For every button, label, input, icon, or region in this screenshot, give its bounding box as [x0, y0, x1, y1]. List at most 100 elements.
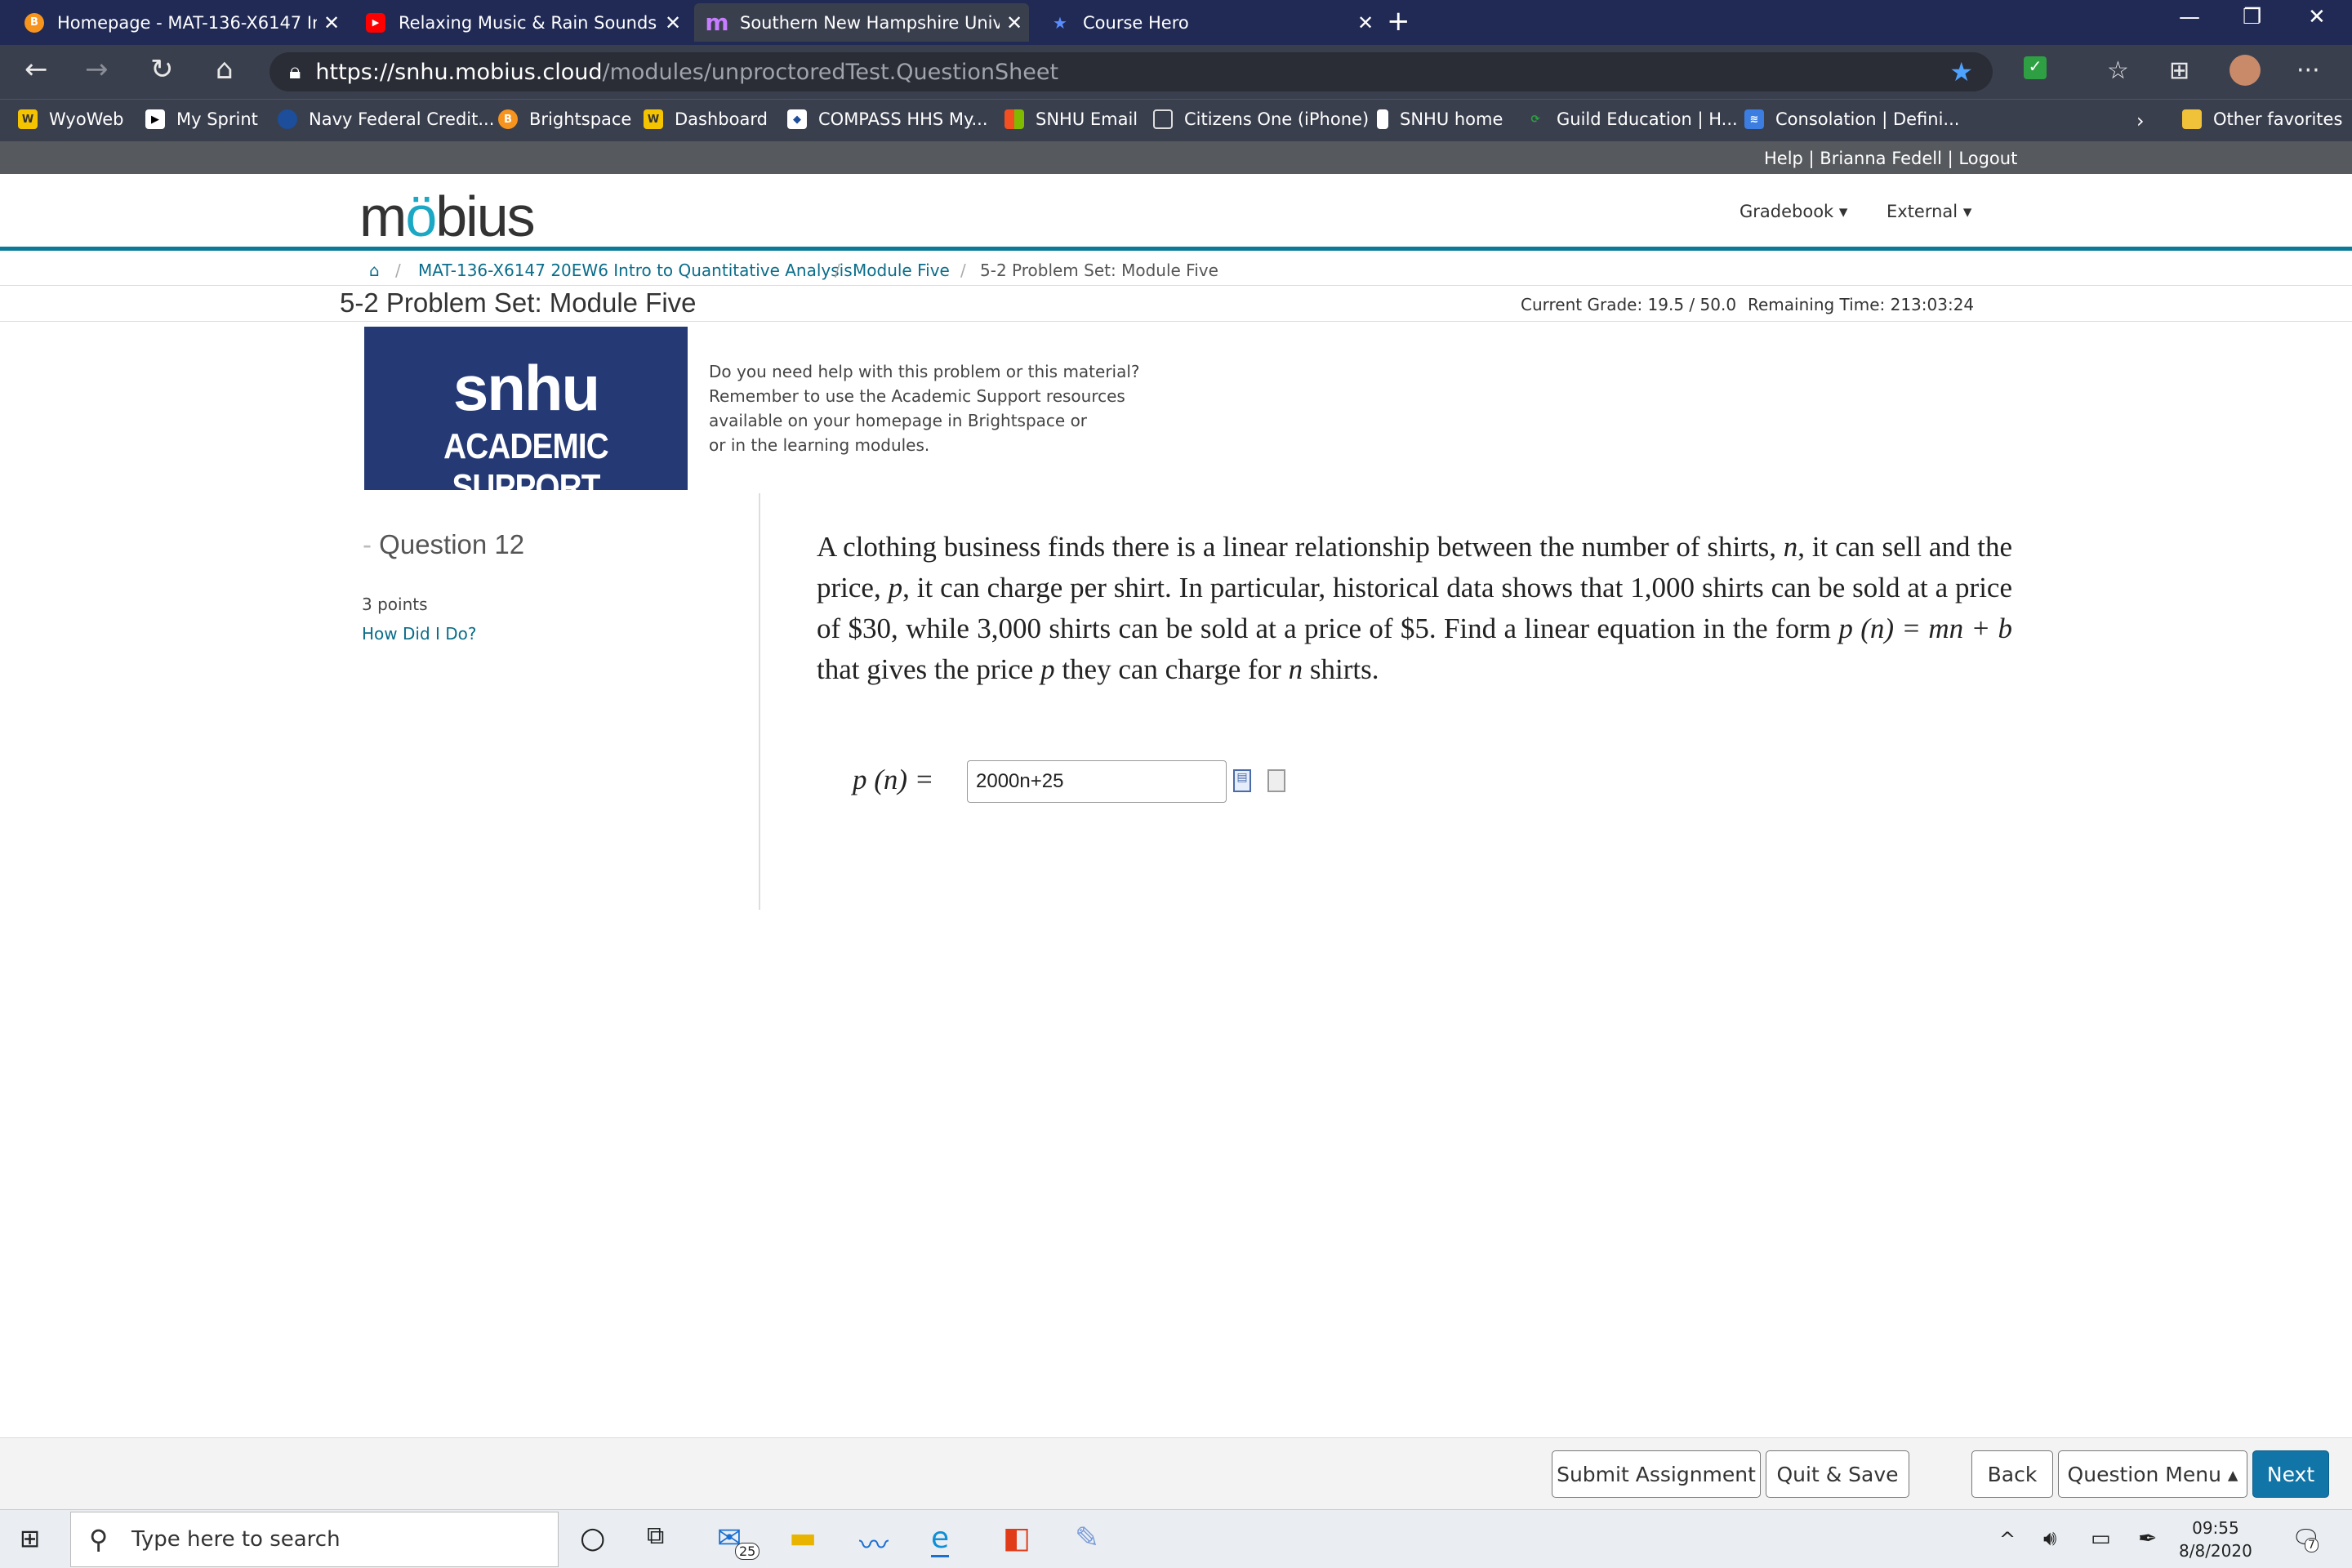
profile-avatar[interactable]: [2230, 55, 2261, 86]
close-icon[interactable]: ✕: [317, 11, 346, 34]
fav-dashboard[interactable]: W Dashboard: [644, 109, 768, 129]
fav-brightspace[interactable]: B Brightspace: [498, 109, 631, 129]
how-did-i-do-link[interactable]: How Did I Do?: [362, 624, 477, 644]
minimize-icon[interactable]: —: [2179, 5, 2200, 29]
mobius-header: möbius Gradebook ▾ External ▾: [0, 174, 2352, 251]
paint-icon[interactable]: ✎: [1075, 1521, 1099, 1555]
file-explorer-icon[interactable]: ▬: [789, 1521, 817, 1555]
youtube-icon: ▶: [366, 12, 385, 33]
task-view-icon[interactable]: ⧉: [647, 1521, 664, 1550]
system-clock[interactable]: 09:55 8/8/2020: [2179, 1517, 2252, 1562]
battery-icon[interactable]: ▭: [2091, 1526, 2111, 1551]
forward-arrow-icon[interactable]: →: [85, 53, 109, 86]
volume-icon[interactable]: 🔊︎: [2043, 1526, 2056, 1552]
gradebook-menu[interactable]: Gradebook ▾: [1740, 202, 1847, 221]
edge-browser-icon[interactable]: e: [931, 1521, 950, 1557]
mail-icon[interactable]: ✉ 25: [717, 1521, 760, 1560]
cortana-icon[interactable]: ○: [580, 1521, 605, 1555]
favorites-list-icon[interactable]: ☆: [2107, 56, 2129, 85]
user-strip: Help | Brianna Fedell | Logout: [0, 141, 2352, 174]
back-arrow-icon[interactable]: ←: [24, 53, 48, 86]
breadcrumb-course[interactable]: MAT-136-X6147 20EW6 Intro to Quantitativ…: [418, 261, 853, 280]
question-menu-button[interactable]: Question Menu ▴: [2058, 1450, 2247, 1498]
page-title: 5-2 Problem Set: Module Five: [340, 287, 697, 318]
close-icon[interactable]: ✕: [1351, 11, 1380, 34]
fav-wyoweb[interactable]: W WyoWeb: [18, 109, 123, 129]
wyoming-icon: W: [644, 109, 663, 129]
window-close-icon[interactable]: ✕: [2308, 5, 2326, 29]
tab-homepage[interactable]: B Homepage - MAT-136-X6147 Int ✕: [11, 3, 346, 42]
office-icon[interactable]: ◧: [1003, 1521, 1031, 1555]
mobius-logo[interactable]: möbius: [359, 184, 536, 249]
refresh-icon[interactable]: ↻: [150, 53, 174, 86]
chart-app-icon[interactable]: 〰: [859, 1521, 889, 1564]
browser-tab-strip: B Homepage - MAT-136-X6147 Int ✕ ▶ Relax…: [0, 0, 2352, 45]
question-text: A clothing business finds there is a lin…: [817, 531, 2012, 685]
taskbar-search[interactable]: ⚲ Type here to search: [70, 1512, 559, 1567]
home-icon[interactable]: ⌂: [216, 53, 234, 86]
back-button[interactable]: Back: [1971, 1450, 2053, 1498]
answer-input[interactable]: [967, 760, 1227, 803]
fav-consolation[interactable]: ≋ Consolation | Defini...: [1744, 109, 1959, 129]
address-bar[interactable]: 🔒︎ https://snhu.mobius.cloud/modules/unp…: [270, 52, 1993, 91]
notification-icon[interactable]: 🗨︎ 7: [2292, 1525, 2321, 1552]
favorite-star-icon[interactable]: ★: [1949, 56, 1973, 87]
brightspace-icon: B: [24, 12, 44, 33]
dictionary-icon: ≋: [1744, 109, 1764, 129]
academic-support-label: ACADEMIC SUPPORT: [443, 426, 608, 507]
breadcrumb: ⌂ / MAT-136-X6147 20EW6 Intro to Quantit…: [0, 255, 2352, 286]
formula: p (n) = mn + b: [1838, 612, 2012, 644]
fav-other-favorites[interactable]: Other favorites: [2182, 109, 2342, 129]
answer-label: p (n) =: [853, 764, 934, 795]
fav-snhu-home[interactable]: SNHU home: [1377, 109, 1503, 129]
more-menu-icon[interactable]: ···: [2296, 56, 2320, 85]
fav-compass[interactable]: ◆ COMPASS HHS My...: [787, 109, 988, 129]
fav-snhu-email[interactable]: SNHU Email: [1004, 109, 1138, 129]
support-help-text: Do you need help with this problem or th…: [709, 362, 1140, 455]
fav-guild-education[interactable]: ⟳ Guild Education | H...: [1526, 109, 1738, 129]
next-button[interactable]: Next: [2252, 1450, 2329, 1498]
folder-icon: [2182, 109, 2202, 129]
collections-icon[interactable]: ⊞: [2169, 56, 2189, 85]
question-points: 3 points: [362, 595, 428, 614]
guild-icon: ⟳: [1530, 113, 1540, 126]
new-tab-icon[interactable]: +: [1387, 5, 1410, 38]
quit-save-button[interactable]: Quit & Save: [1766, 1450, 1909, 1498]
user-links[interactable]: Help | Brianna Fedell | Logout: [1764, 149, 2017, 168]
tab-course-hero[interactable]: ★ Course Hero ✕: [1037, 3, 1380, 42]
tab-snhu-mobius[interactable]: m Southern New Hampshire Univer ✕: [694, 3, 1029, 42]
globe-icon: [278, 109, 297, 129]
external-menu[interactable]: External ▾: [1886, 202, 1971, 221]
submit-assignment-button[interactable]: Submit Assignment: [1552, 1450, 1761, 1498]
fav-citizens-one[interactable]: Citizens One (iPhone): [1153, 109, 1369, 129]
windows-start-icon[interactable]: ⊞: [20, 1525, 40, 1553]
favorites-overflow-icon[interactable]: ›: [2136, 109, 2145, 132]
page-icon: [1153, 109, 1173, 129]
address-toolbar: ← → ↻ ⌂ 🔒︎ https://snhu.mobius.cloud/mod…: [0, 45, 2352, 99]
brightspace-icon: B: [498, 109, 518, 129]
show-hidden-icons[interactable]: ^: [1999, 1528, 2016, 1551]
tab-relaxing-music[interactable]: ▶ Relaxing Music & Rain Sounds - ✕: [353, 3, 688, 42]
preview-icon[interactable]: ▤: [1233, 769, 1251, 792]
extension-check-icon[interactable]: ✓: [2024, 56, 2047, 79]
microsoft-icon: [1004, 109, 1024, 129]
compass-icon: ◆: [787, 109, 807, 129]
question-number[interactable]: - Question 12: [363, 529, 524, 560]
home-icon[interactable]: ⌂: [369, 261, 380, 280]
remaining-time: Remaining Time: 213:03:24: [1748, 295, 1975, 314]
caret-down-icon: ▾: [1962, 202, 1972, 221]
question-divider: [759, 493, 760, 910]
academic-support-banner: snhu ACADEMIC SUPPORT: [364, 327, 688, 507]
document-icon[interactable]: [1267, 769, 1285, 792]
fav-my-sprint[interactable]: ▶ My Sprint: [145, 109, 258, 129]
sprint-icon: ▶: [145, 109, 165, 129]
fav-navy-federal[interactable]: Navy Federal Credit...: [278, 109, 494, 129]
close-icon[interactable]: ✕: [658, 11, 688, 34]
breadcrumb-module[interactable]: Module Five: [853, 261, 950, 280]
pen-icon[interactable]: ✒: [2138, 1525, 2157, 1552]
restore-icon[interactable]: ❐: [2243, 5, 2261, 29]
caret-down-icon: ▾: [1838, 202, 1848, 221]
course-hero-icon: ★: [1053, 12, 1067, 33]
close-icon[interactable]: ✕: [1000, 11, 1029, 34]
snhu-logo: snhu: [452, 352, 600, 424]
